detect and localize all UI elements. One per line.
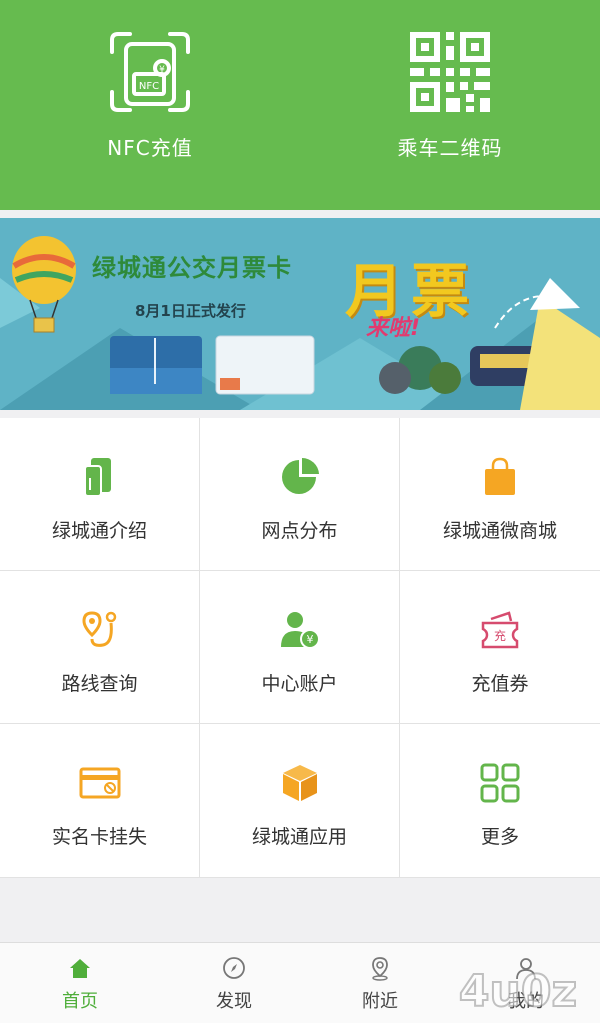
card-icon [83, 458, 111, 497]
qr-code-ride-label: 乘车二维码 [397, 136, 503, 160]
grid-item-route-query[interactable]: 路线查询 [0, 571, 200, 724]
tab-label: 首页 [62, 991, 98, 1012]
svg-text:4u0z: 4u0z [459, 966, 577, 1017]
svg-text:¥: ¥ [159, 65, 165, 75]
grid-item-more[interactable]: 更多 [400, 724, 600, 878]
grid-item-outlets[interactable]: 网点分布 [200, 418, 400, 571]
grid-item-voucher[interactable]: 充 充值券 [400, 571, 600, 724]
location-icon [372, 957, 388, 981]
grid-item-label: 充值券 [471, 673, 529, 695]
grid-item-card-intro[interactable]: 绿城通介绍 [0, 418, 200, 571]
banner-subtitle: 8月1日正式发行 [135, 302, 246, 320]
card-lost-icon [79, 767, 120, 799]
grid-item-card-loss-report[interactable]: 实名卡挂失 [0, 724, 200, 878]
tab-nearby[interactable]: 附近 [320, 955, 440, 1021]
promo-banner[interactable]: 绿城通公交月票卡 8月1日正式发行 月票 来啦! [0, 218, 600, 410]
svg-text:充: 充 [494, 628, 506, 643]
route-icon [81, 611, 116, 647]
grid-item-apps[interactable]: 绿城通应用 [200, 724, 400, 878]
box-icon [282, 765, 317, 801]
svg-text:¥: ¥ [306, 633, 313, 646]
more-grid-icon [480, 763, 520, 803]
tab-home[interactable]: 首页 [20, 955, 140, 1021]
compass-icon [223, 957, 245, 979]
function-grid: 绿城通介绍 网点分布 绿城通微商城 路线查询 ¥ 中心账户 充 充值券 实名卡挂… [0, 418, 600, 878]
account-icon: ¥ [280, 612, 320, 649]
grid-item-label: 绿城通应用 [251, 826, 347, 848]
tab-label: 附近 [362, 991, 398, 1012]
watermark-logo: 4u0z [458, 965, 578, 1018]
grid-item-label: 绿城通介绍 [51, 520, 147, 542]
banner-small-text: 来啦! [366, 316, 421, 341]
nfc-recharge-button[interactable]: NFC ¥ NFC充值 [30, 30, 270, 170]
grid-item-label: 绿城通微商城 [442, 520, 557, 542]
top-action-bar: NFC ¥ NFC充值 乘车二维码 [0, 0, 600, 210]
grid-item-label: 路线查询 [61, 673, 138, 695]
nfc-scan-icon: NFC ¥ [110, 32, 190, 112]
home-icon [70, 959, 90, 978]
qr-code-icon [410, 32, 490, 112]
banner-illustration [0, 218, 600, 410]
nfc-recharge-label: NFC充值 [107, 136, 193, 160]
grid-item-label: 更多 [480, 826, 519, 848]
grid-item-micro-mall[interactable]: 绿城通微商城 [400, 418, 600, 571]
tab-discover[interactable]: 发现 [174, 955, 294, 1021]
voucher-icon: 充 [481, 611, 519, 649]
svg-text:NFC: NFC [139, 81, 159, 92]
shopping-bag-icon [485, 457, 515, 495]
qr-code-ride-button[interactable]: 乘车二维码 [330, 30, 570, 170]
banner-title: 绿城通公交月票卡 [92, 254, 292, 282]
grid-item-label: 实名卡挂失 [51, 826, 147, 848]
grid-item-center-account[interactable]: ¥ 中心账户 [200, 571, 400, 724]
tab-label: 发现 [216, 991, 252, 1012]
pie-chart-icon [281, 457, 319, 494]
grid-item-label: 中心账户 [261, 673, 338, 695]
grid-item-label: 网点分布 [261, 520, 338, 542]
